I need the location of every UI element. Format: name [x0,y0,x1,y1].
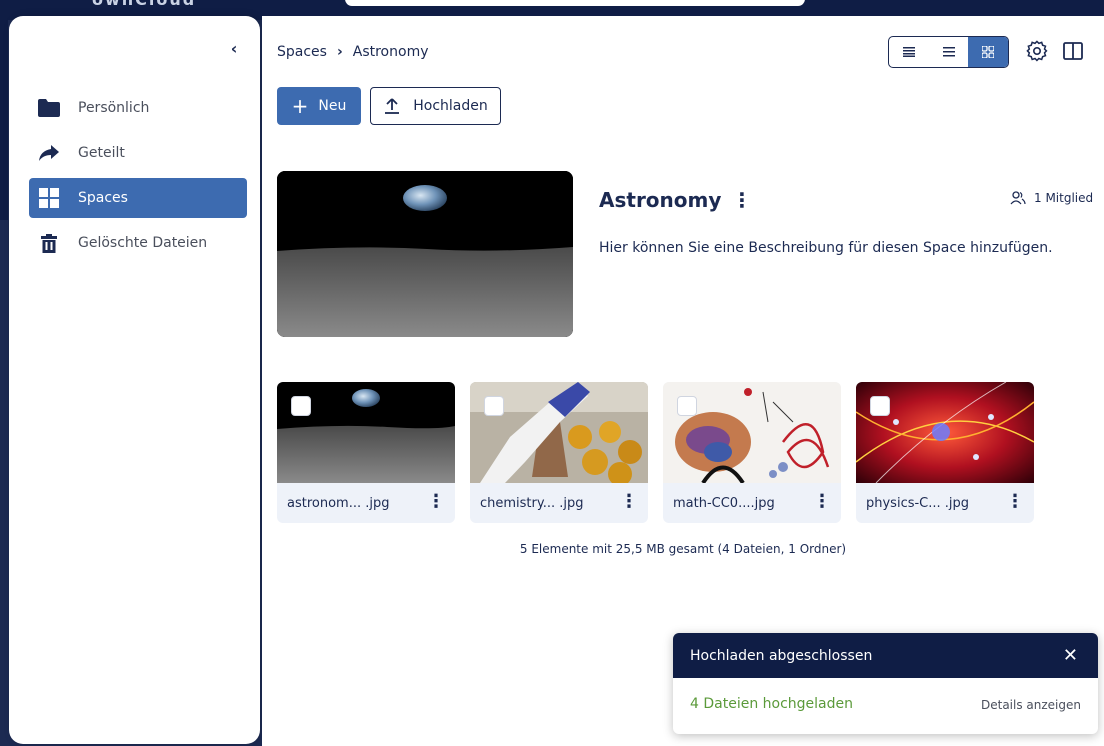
upload-button-label: Hochladen [413,98,488,114]
sidebar-panel-icon[interactable] [1062,40,1084,62]
new-button[interactable]: + Neu [277,87,361,125]
file-card[interactable]: math-CC0....jpg ⋮ [663,382,841,523]
upload-icon [385,98,400,114]
members-count: 1 Mitglied [1034,191,1094,205]
file-checkbox[interactable] [677,396,697,416]
grid-icon [38,188,60,208]
file-thumbnail [277,382,455,483]
file-actions-icon[interactable]: ⋮ [1006,490,1024,514]
space-image [277,171,573,337]
toast-header: Hochladen abgeschlossen ✕ [673,633,1098,678]
file-name: chemistry... .jpg [480,496,584,511]
sidebar-nav: Persönlich Geteilt Spaces Gelöschte Date… [29,88,247,268]
toast-message: 4 Dateien hochgeladen [690,696,853,712]
file-thumbnail [470,382,648,483]
file-checkbox[interactable] [291,396,311,416]
more-options-icon[interactable]: ⋮ [732,188,752,212]
sidebar-item-label: Geteilt [78,145,125,161]
sidebar-item-label: Persönlich [78,100,150,116]
upload-toast: Hochladen abgeschlossen ✕ 4 Dateien hoch… [673,633,1098,734]
view-tiles-button[interactable] [968,37,1008,67]
view-list-button[interactable] [929,37,969,67]
breadcrumb-current: Astronomy [352,44,429,60]
search-input[interactable] [345,0,805,6]
view-condensed-button[interactable] [889,37,929,67]
new-button-label: Neu [318,98,347,114]
sidebar-item-personal[interactable]: Persönlich [29,88,247,128]
gear-icon[interactable] [1026,40,1048,62]
file-name: math-CC0....jpg [673,496,775,511]
brand-logo: ownCloud [92,0,196,9]
file-card[interactable]: chemistry... .jpg ⋮ [470,382,648,523]
toast-body: 4 Dateien hochgeladen Details anzeigen [673,678,1098,734]
trash-icon [38,233,60,253]
sidebar-item-trash[interactable]: Gelöschte Dateien [29,223,247,263]
folder-summary: 5 Elemente mit 25,5 MB gesamt (4 Dateien… [519,542,847,556]
file-grid: astronom... .jpg ⋮ chemistry... .jpg ⋮ m… [277,382,1049,523]
space-title: Astronomy [599,188,722,212]
details-link[interactable]: Details anzeigen [981,698,1081,712]
left-strip [0,20,8,220]
file-thumbnail [856,382,1034,483]
sidebar-item-shared[interactable]: Geteilt [29,133,247,173]
upload-button[interactable]: Hochladen [370,87,501,125]
file-checkbox[interactable] [870,396,890,416]
sidebar-item-spaces[interactable]: Spaces [29,178,247,218]
file-checkbox[interactable] [484,396,504,416]
file-card[interactable]: physics-C... .jpg ⋮ [856,382,1034,523]
file-name: astronom... .jpg [287,496,390,511]
file-card[interactable]: astronom... .jpg ⋮ [277,382,455,523]
view-switcher [888,36,1009,68]
breadcrumb-root[interactable]: Spaces [277,44,327,60]
folder-icon [38,98,60,118]
breadcrumb: Spaces › Astronomy [277,44,429,60]
sidebar: ‹ Persönlich Geteilt Spaces Gelöschte Da… [9,16,260,744]
plus-icon: + [291,94,309,118]
members-link[interactable]: 1 Mitglied [1010,191,1093,205]
space-description[interactable]: Hier können Sie eine Beschreibung für di… [599,240,1053,256]
close-icon[interactable]: ✕ [1063,645,1078,666]
sidebar-item-label: Gelöschte Dateien [78,235,208,251]
file-actions-icon[interactable]: ⋮ [427,490,445,514]
members-icon [1010,191,1026,205]
file-actions-icon[interactable]: ⋮ [813,490,831,514]
toast-title: Hochladen abgeschlossen [690,647,873,664]
file-actions-icon[interactable]: ⋮ [620,490,638,514]
collapse-sidebar-icon[interactable]: ‹ [225,40,243,58]
file-name: physics-C... .jpg [866,496,970,511]
file-thumbnail [663,382,841,483]
share-icon [38,143,60,163]
sidebar-item-label: Spaces [78,190,128,206]
chevron-right-icon: › [336,44,343,60]
